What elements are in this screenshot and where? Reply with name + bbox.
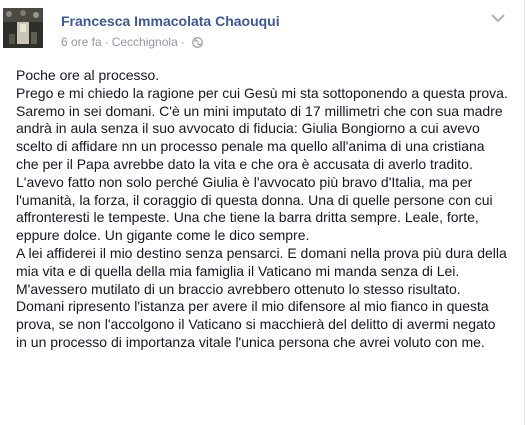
post-paragraph: Domani ripresento l'istanza per avere il… [16,298,496,350]
globe-icon[interactable] [191,36,203,48]
avatar[interactable] [3,8,43,48]
chevron-down-icon[interactable] [490,12,506,24]
post-paragraph: Saremo in sei domani. C'è un mini imputa… [16,102,503,244]
facebook-post: Francesca Immacolata Chaouqui 6 ore fa ·… [0,0,525,425]
author-name[interactable]: Francesca Immacolata Chaouqui [61,13,280,29]
post-meta: 6 ore fa · Cecchignola · [61,35,203,49]
post-paragraph: Poche ore al processo. [16,67,160,83]
post-location[interactable]: Cecchignola [112,35,178,49]
meta-separator-2: · [180,35,185,49]
post-timestamp[interactable]: 6 ore fa [61,35,102,49]
post-paragraph: A lei affiderei il mio destino senza pen… [16,244,507,297]
meta-separator: · [104,35,109,49]
post-body: Poche ore al processo. Prego e mi chiedo… [16,67,508,352]
profile-photo [3,8,43,48]
post-paragraph: Prego e mi chiedo la ragione per cui Ges… [16,84,508,101]
